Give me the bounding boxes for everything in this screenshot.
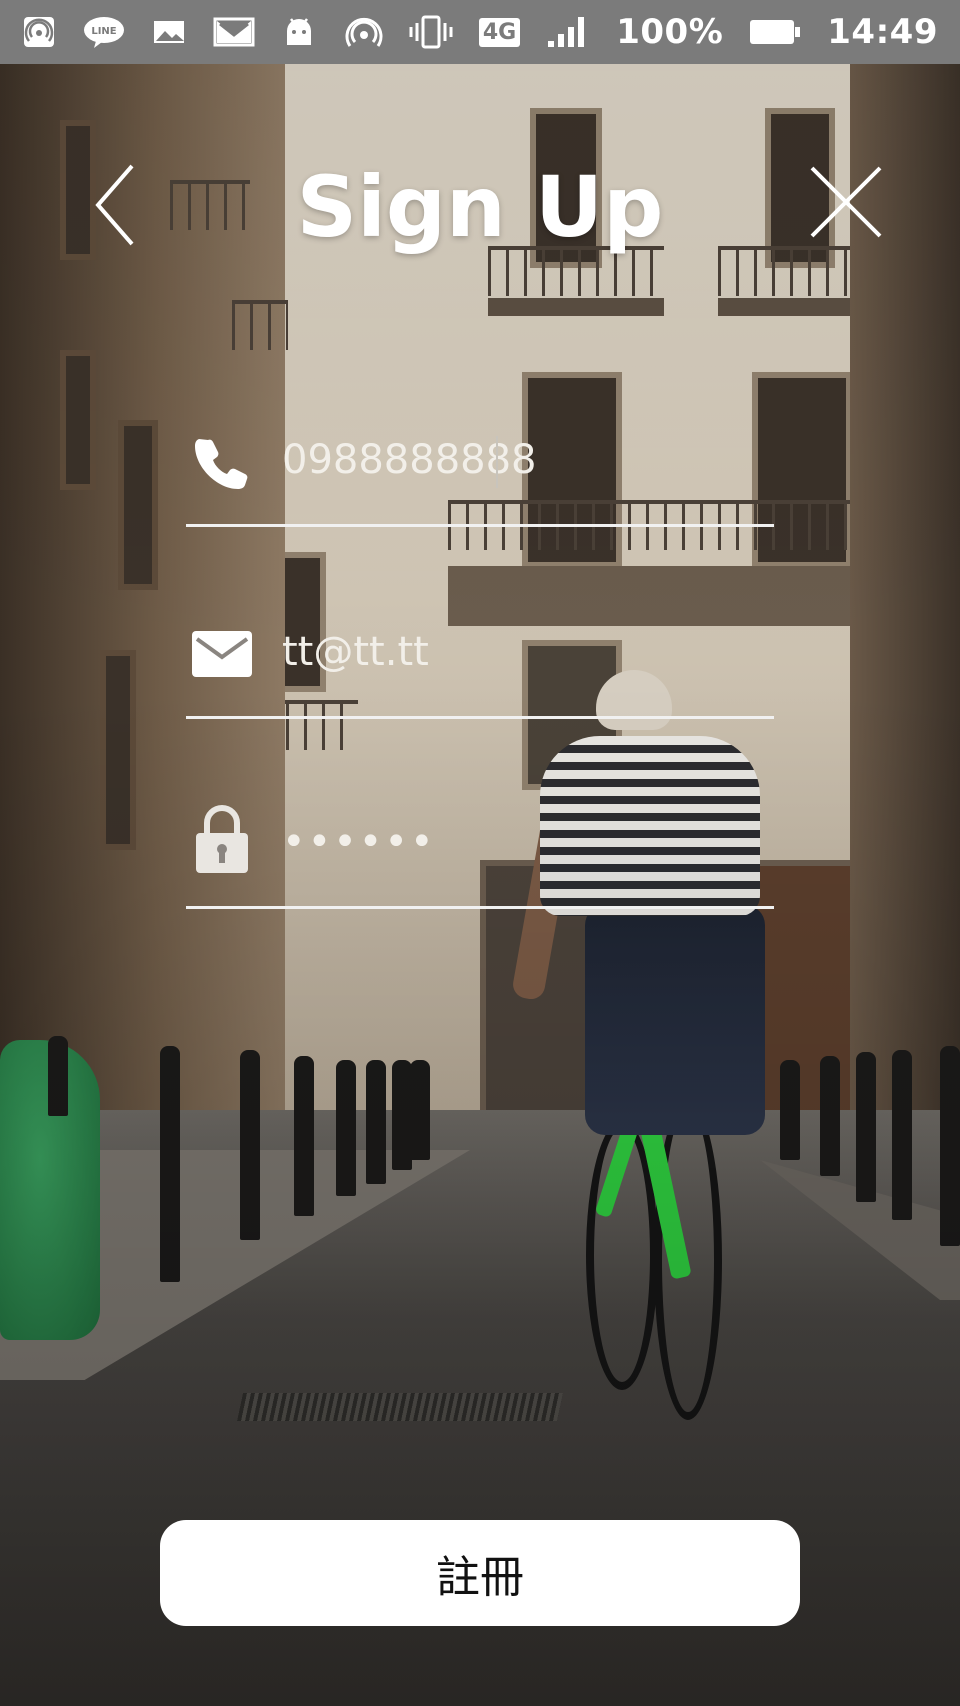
text-cursor <box>496 436 498 488</box>
close-icon <box>810 166 882 238</box>
phone-icon <box>192 430 252 494</box>
email-input[interactable] <box>282 622 762 682</box>
email-underline <box>186 716 774 719</box>
android-debug-icon <box>282 15 316 49</box>
phone-underline <box>186 524 774 527</box>
status-bar: LINE 4G 100% 14:49 <box>0 0 960 64</box>
network-4g-icon: 4G <box>478 17 521 47</box>
battery-icon <box>749 15 801 49</box>
hotspot-icon <box>22 15 56 49</box>
header: Sign Up <box>0 140 960 270</box>
mail-icon <box>192 622 252 686</box>
line-app-icon: LINE <box>82 15 126 49</box>
vibrate-icon <box>409 15 453 49</box>
battery-percent: 100% <box>616 12 724 52</box>
password-input[interactable] <box>282 812 762 872</box>
email-field <box>186 622 774 742</box>
svg-text:LINE: LINE <box>91 26 116 37</box>
password-underline <box>186 906 774 909</box>
register-button[interactable]: 註冊 <box>160 1520 800 1626</box>
phone-field <box>186 430 774 550</box>
status-time: 14:49 <box>827 12 938 52</box>
phone-input[interactable] <box>282 430 762 490</box>
wifi-hotspot-icon <box>345 15 383 49</box>
gallery-icon <box>152 15 186 49</box>
lock-icon <box>192 805 252 873</box>
gmail-icon <box>212 15 256 49</box>
signal-icon <box>546 15 590 49</box>
close-button[interactable] <box>808 164 884 240</box>
password-field <box>186 805 774 932</box>
